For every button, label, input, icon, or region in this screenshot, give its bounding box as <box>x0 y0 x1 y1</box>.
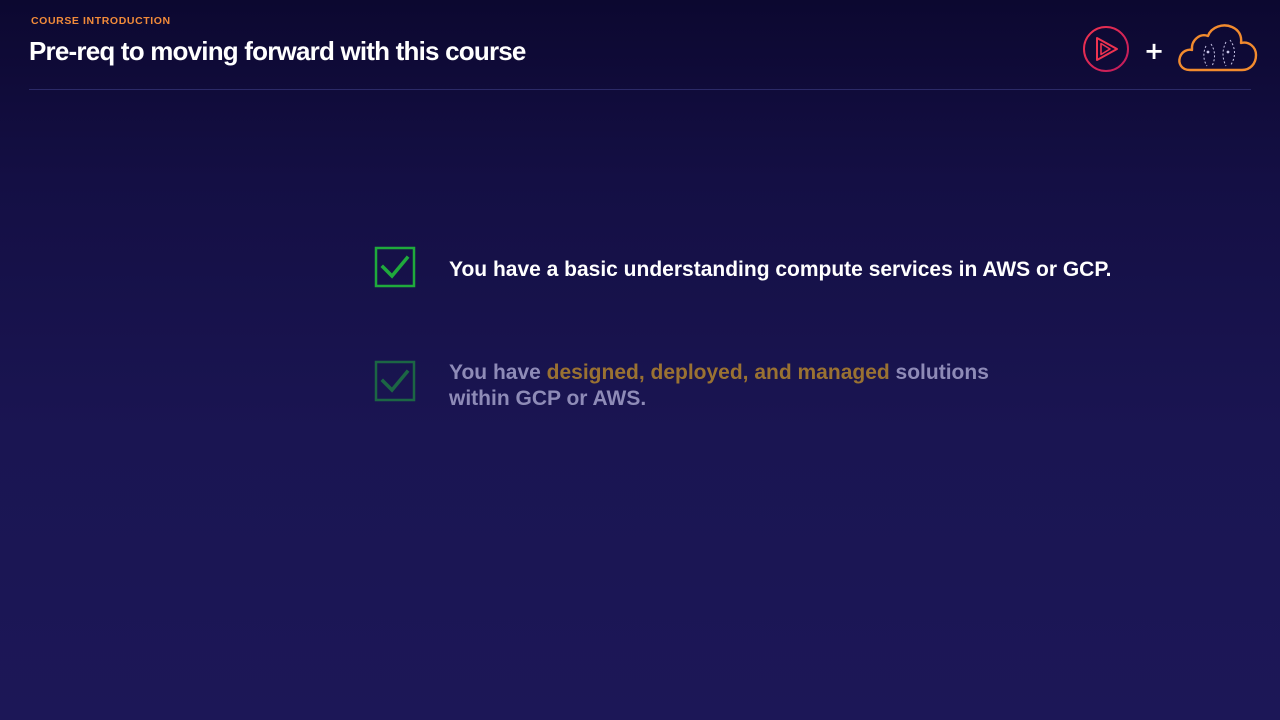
plus-sign: + <box>1144 37 1165 65</box>
prereq-text: You have designed, deployed, and managed… <box>449 360 989 412</box>
prereq-text-line2: within GCP or AWS. <box>449 387 647 410</box>
play-logo-icon <box>1082 25 1130 73</box>
slide-title: Pre-req to moving forward with this cour… <box>29 36 526 66</box>
header-divider <box>29 89 1251 90</box>
prereq-highlight: designed, deployed, and managed <box>546 361 890 384</box>
prereq-text: You have a basic understanding compute s… <box>449 258 1112 281</box>
checkbox-checked-icon <box>374 360 416 402</box>
section-eyebrow: COURSE INTRODUCTION <box>31 15 171 27</box>
prereq-text-start: You have <box>449 361 547 384</box>
prereq-text-end: solutions <box>889 361 989 384</box>
checkbox-checked-icon <box>374 246 416 288</box>
cloud-logo-icon <box>1176 22 1260 74</box>
